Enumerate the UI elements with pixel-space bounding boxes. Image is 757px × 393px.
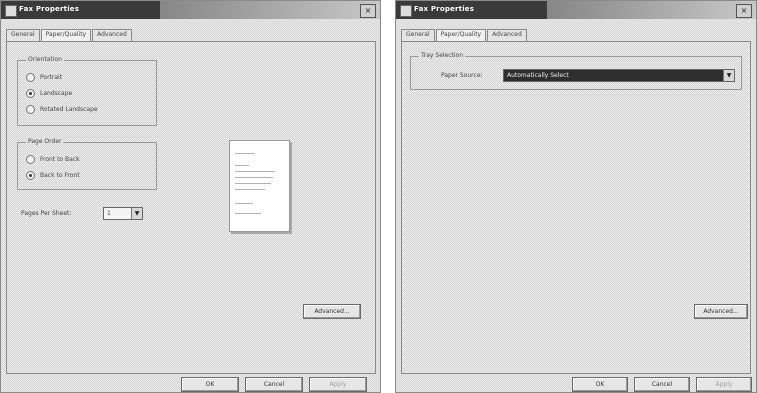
radio-landscape-button[interactable] <box>26 89 35 98</box>
pages-per-sheet-value: 1 <box>107 210 111 217</box>
cancel-button[interactable]: Cancel <box>634 377 690 392</box>
tab-strip: General Paper/Quality Advanced <box>401 29 528 41</box>
title-bar[interactable]: Fax Properties × <box>396 1 756 19</box>
radio-portrait-button[interactable] <box>26 73 35 82</box>
apply-button[interactable]: Apply <box>309 377 367 392</box>
radio-back-to-front[interactable]: Back to Front <box>26 171 80 180</box>
radio-landscape[interactable]: Landscape <box>26 89 72 98</box>
tray-selection-group: Tray Selection Paper Source: Automatical… <box>410 52 742 90</box>
window-title: Fax Properties <box>414 5 475 13</box>
radio-portrait[interactable]: Portrait <box>26 73 62 82</box>
tab-advanced[interactable]: Advanced <box>487 29 527 41</box>
radio-rotated-landscape[interactable]: Rotated Landscape <box>26 105 98 114</box>
ok-button[interactable]: OK <box>572 377 628 392</box>
tab-general[interactable]: General <box>6 29 40 41</box>
radio-rotated-landscape-label: Rotated Landscape <box>40 106 98 113</box>
advanced-button[interactable]: Advanced... <box>303 304 361 319</box>
orientation-group: Orientation Portrait Landscape Rotated L… <box>17 56 157 126</box>
pages-per-sheet-select[interactable]: 1 ▼ <box>103 207 143 220</box>
paper-source-value: Automatically Select <box>507 72 569 79</box>
tab-advanced[interactable]: Advanced <box>92 29 132 41</box>
radio-landscape-label: Landscape <box>40 90 73 97</box>
radio-front-to-back-label: Front to Back <box>40 156 80 163</box>
printer-icon <box>5 5 17 17</box>
page-order-group-title: Page Order <box>26 138 64 145</box>
layout-preview <box>229 140 290 232</box>
title-bar[interactable]: Fax Properties × <box>1 1 380 19</box>
page-order-group: Page Order Front to Back Back to Front <box>17 138 157 190</box>
tray-selection-group-title: Tray Selection <box>419 52 466 59</box>
paper-source-label: Paper Source: <box>441 72 483 79</box>
printer-icon <box>400 5 412 17</box>
radio-back-to-front-button[interactable] <box>26 171 35 180</box>
pages-per-sheet-label: Pages Per Sheet: <box>21 210 72 217</box>
tab-strip: General Paper/Quality Advanced <box>6 29 133 41</box>
paper-source-select[interactable]: Automatically Select ▼ <box>503 69 735 82</box>
tab-panel: Orientation Portrait Landscape Rotated L… <box>6 41 376 374</box>
chevron-down-icon[interactable]: ▼ <box>131 208 142 219</box>
page-setup-dialog-left: Fax Properties × General Paper/Quality A… <box>0 0 381 393</box>
chevron-down-icon[interactable]: ▼ <box>723 70 734 81</box>
radio-portrait-label: Portrait <box>40 74 63 81</box>
close-button[interactable]: × <box>360 4 376 18</box>
tab-paper-quality[interactable]: Paper/Quality <box>435 29 487 41</box>
radio-rotated-landscape-button[interactable] <box>26 105 35 114</box>
cancel-button[interactable]: Cancel <box>245 377 303 392</box>
tab-paper-quality[interactable]: Paper/Quality <box>40 29 92 41</box>
radio-back-to-front-label: Back to Front <box>40 172 80 179</box>
page-setup-dialog-right: Fax Properties × General Paper/Quality A… <box>395 0 757 393</box>
orientation-group-title: Orientation <box>26 56 64 63</box>
ok-button[interactable]: OK <box>181 377 239 392</box>
tab-general[interactable]: General <box>401 29 435 41</box>
tab-panel: Tray Selection Paper Source: Automatical… <box>401 41 751 374</box>
advanced-button[interactable]: Advanced... <box>694 304 748 319</box>
close-button[interactable]: × <box>736 4 752 18</box>
radio-front-to-back-button[interactable] <box>26 155 35 164</box>
window-title: Fax Properties <box>19 5 80 13</box>
apply-button[interactable]: Apply <box>696 377 752 392</box>
radio-front-to-back[interactable]: Front to Back <box>26 155 80 164</box>
